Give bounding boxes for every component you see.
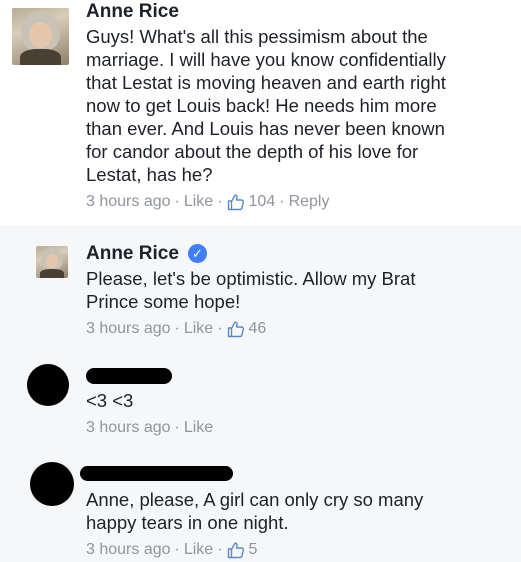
like-button[interactable]: Like	[184, 193, 213, 210]
redacted-author-name	[86, 368, 172, 384]
thumbs-up-icon[interactable]	[227, 320, 245, 338]
comment-text-line: than ever. And Louis has never been know…	[86, 118, 445, 139]
separator-dot: ·	[217, 193, 223, 210]
comment-text-line: now to get Louis back! He needs him more	[86, 95, 437, 116]
separator-dot: ·	[279, 193, 285, 210]
reply-comment: Anne Rice ✓ Please, let's be optimistic.…	[0, 226, 521, 350]
redacted-author-name	[80, 466, 233, 481]
comment-text-line: Lestat, has he?	[86, 164, 213, 185]
timestamp-link[interactable]: 3 hours ago	[86, 193, 171, 210]
comment-text-line: that Lestat is moving heaven and earth r…	[86, 72, 446, 93]
like-button[interactable]: Like	[184, 541, 213, 558]
comment-meta: 3 hours ago · Like · 104 · Reply	[86, 192, 329, 212]
avatar-redacted[interactable]	[27, 364, 69, 406]
comment-text-line: for candor about the depth of his love f…	[86, 141, 419, 162]
separator-dot: ·	[217, 320, 223, 337]
comment-author-name[interactable]: Anne Rice	[86, 1, 179, 23]
separator-dot: ·	[217, 541, 223, 558]
reply-comment: Anne, please, A girl can only cry so man…	[0, 450, 521, 562]
reply-comment: <3 <3 3 hours ago · Like	[0, 350, 521, 450]
avatar-anne-rice[interactable]	[36, 246, 68, 278]
reply-meta: 3 hours ago · Like · 5	[86, 540, 257, 560]
comment-text-line: Guys! What's all this pessimism about th…	[86, 26, 428, 47]
reply-button[interactable]: Reply	[289, 193, 330, 210]
reply-text: Please, let's be optimistic. Allow my Br…	[86, 267, 516, 313]
timestamp-link[interactable]: 3 hours ago	[86, 320, 171, 337]
like-button[interactable]: Like	[184, 320, 213, 337]
separator-dot: ·	[174, 320, 180, 337]
separator-dot: ·	[174, 541, 180, 558]
like-count[interactable]: 104	[249, 193, 276, 210]
reply-text-line: Anne, please, A girl can only cry so man…	[86, 489, 424, 510]
reply-text: <3 <3	[86, 389, 516, 412]
reply-text-line: happy tears in one night.	[86, 512, 289, 533]
reply-text: Anne, please, A girl can only cry so man…	[86, 488, 516, 534]
reply-text-line: <3 <3	[86, 390, 134, 411]
reply-meta: 3 hours ago · Like	[86, 418, 213, 438]
main-comment: Anne Rice Guys! What's all this pessimis…	[0, 0, 521, 226]
thumbs-up-icon[interactable]	[227, 193, 245, 211]
separator-dot: ·	[174, 419, 180, 436]
timestamp-link[interactable]: 3 hours ago	[86, 419, 171, 436]
comment-text: Guys! What's all this pessimism about th…	[86, 25, 516, 186]
verified-badge-icon: ✓	[188, 244, 207, 263]
reply-author-name[interactable]: Anne Rice	[86, 243, 179, 265]
reply-text-line: Please, let's be optimistic. Allow my Br…	[86, 268, 416, 289]
reply-meta: 3 hours ago · Like · 46	[86, 319, 266, 339]
like-count[interactable]: 5	[249, 541, 258, 558]
like-button[interactable]: Like	[184, 419, 213, 436]
like-count[interactable]: 46	[249, 320, 267, 337]
avatar-anne-rice[interactable]	[12, 8, 69, 65]
comment-text-line: marriage. I will have you know confident…	[86, 49, 446, 70]
timestamp-link[interactable]: 3 hours ago	[86, 541, 171, 558]
thumbs-up-icon[interactable]	[227, 541, 245, 559]
reply-text-line: Prince some hope!	[86, 291, 241, 312]
separator-dot: ·	[174, 193, 180, 210]
avatar-redacted[interactable]	[30, 462, 74, 506]
